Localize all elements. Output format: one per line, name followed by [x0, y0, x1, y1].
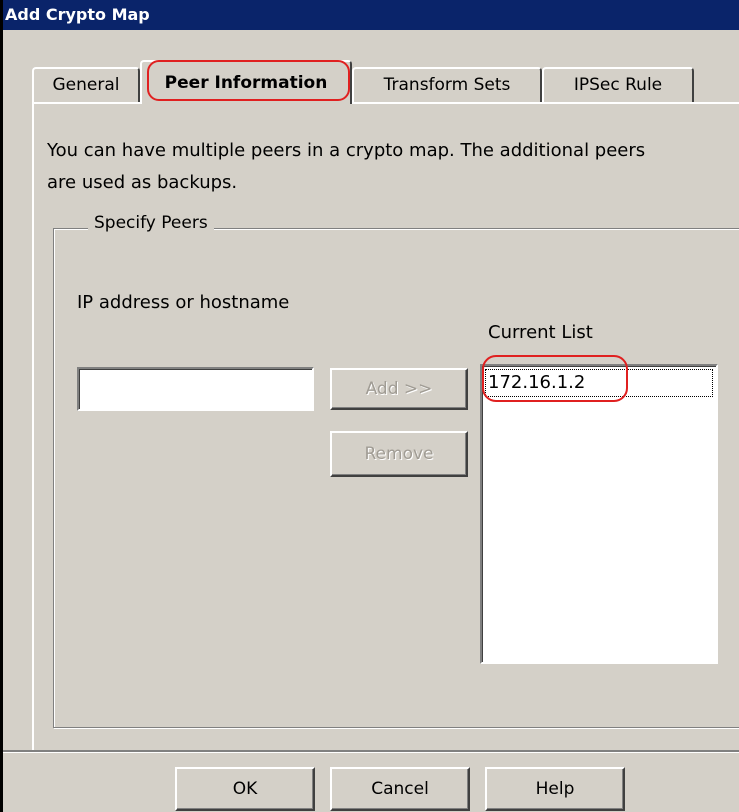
- current-list-label: Current List: [488, 322, 593, 343]
- ip-address-label: IP address or hostname: [77, 292, 290, 313]
- tab-transform-sets[interactable]: Transform Sets: [352, 67, 542, 103]
- help-button[interactable]: Help: [485, 767, 625, 811]
- ip-address-input[interactable]: [77, 367, 314, 411]
- ok-button[interactable]: OK: [175, 767, 315, 811]
- add-button[interactable]: Add >>: [330, 368, 468, 410]
- tab-ipsec-rule[interactable]: IPSec Rule: [542, 67, 694, 103]
- specify-peers-title: Specify Peers: [88, 213, 214, 233]
- description-line-1: You can have multiple peers in a crypto …: [47, 140, 646, 161]
- tab-general[interactable]: General: [32, 67, 140, 103]
- window-frame: [0, 0, 3, 812]
- window-title: Add Crypto Map: [3, 0, 739, 30]
- list-item[interactable]: 172.16.1.2: [485, 369, 713, 397]
- remove-button[interactable]: Remove: [330, 431, 468, 477]
- cancel-button[interactable]: Cancel: [330, 767, 470, 811]
- description-line-2: are used as backups.: [47, 172, 238, 193]
- tab-peer-information[interactable]: Peer Information: [140, 60, 352, 104]
- current-list-box[interactable]: 172.16.1.2: [480, 364, 718, 664]
- footer-divider: [3, 750, 739, 753]
